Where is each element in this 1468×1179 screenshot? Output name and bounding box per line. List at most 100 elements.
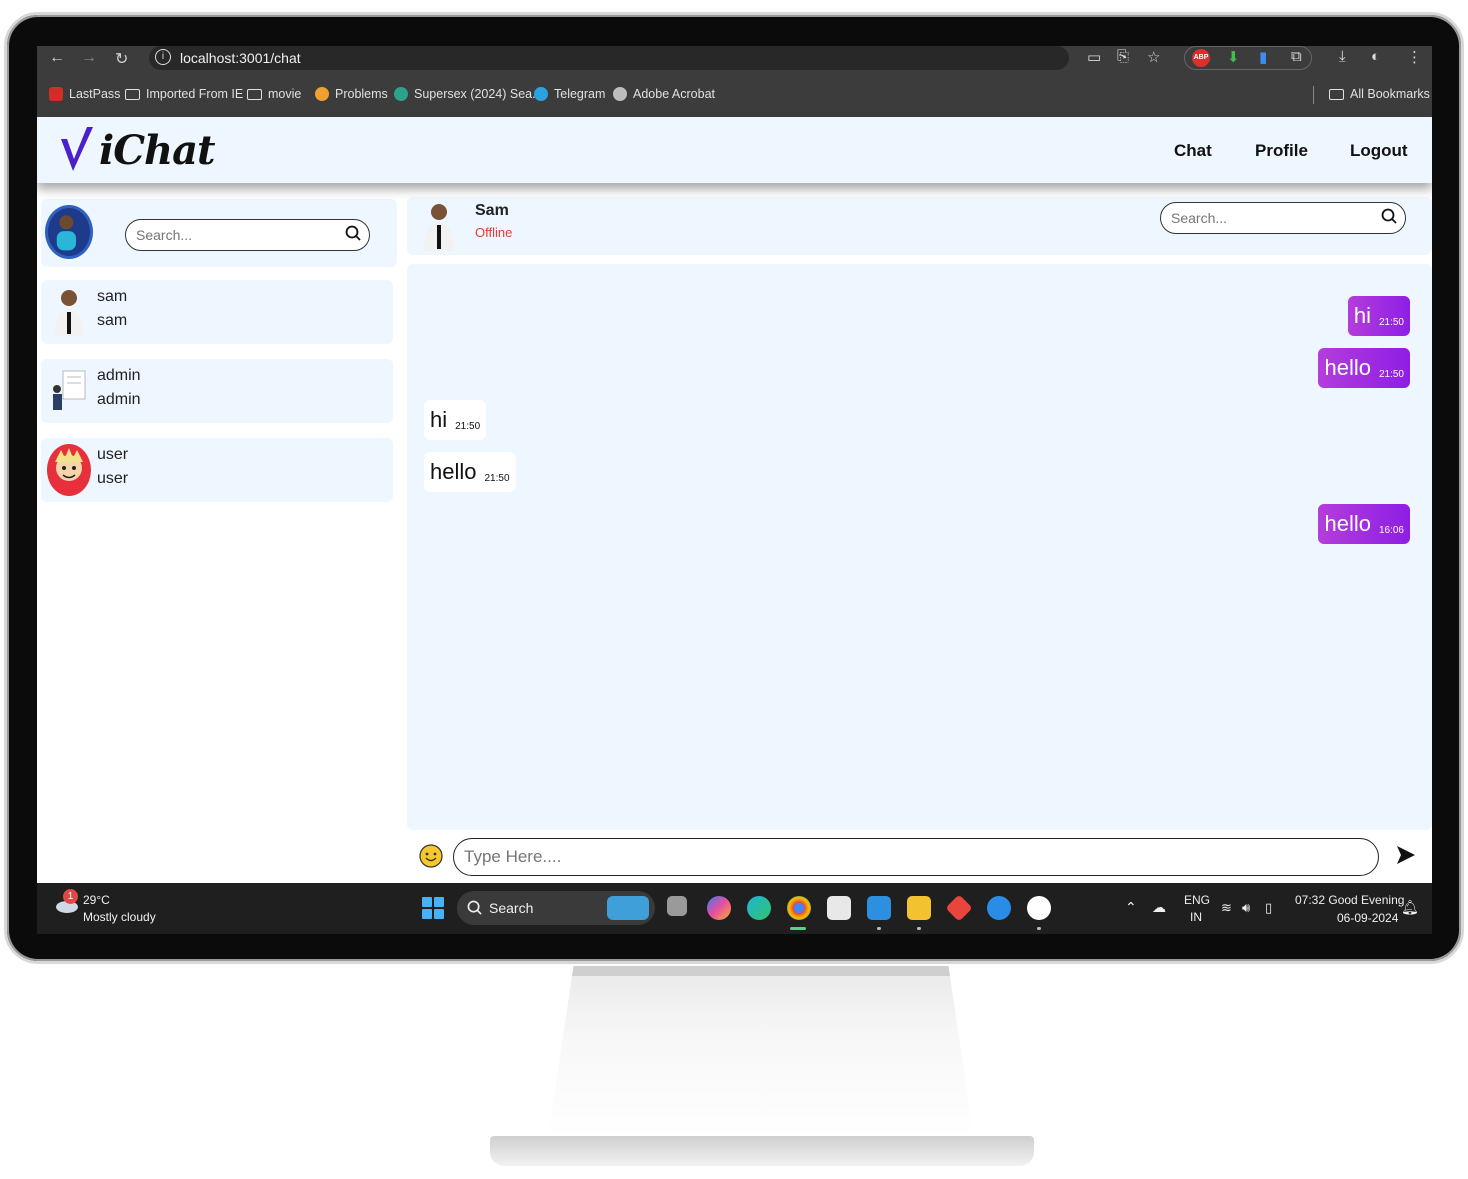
weather-condition[interactable]: Mostly cloudy xyxy=(83,910,156,924)
current-user-avatar[interactable] xyxy=(45,205,93,259)
taskbar-search-label: Search xyxy=(489,900,534,916)
message-input-box[interactable] xyxy=(453,838,1379,876)
folder-icon xyxy=(247,88,262,100)
onedrive-icon[interactable]: ☁ xyxy=(1152,899,1166,916)
url-text[interactable]: localhost:3001/chat xyxy=(180,50,301,66)
message-input[interactable] xyxy=(464,847,1296,867)
chat-header: Sam Offline xyxy=(407,197,1432,255)
contact-avatar xyxy=(49,286,89,338)
nav-profile[interactable]: Profile xyxy=(1255,141,1308,161)
message-incoming[interactable]: hello 21:50 xyxy=(424,452,516,492)
bookmark-label: LastPass xyxy=(69,87,121,101)
chat-partner-avatar[interactable] xyxy=(419,201,459,251)
emoji-icon[interactable] xyxy=(419,844,443,868)
message-time: 16:06 xyxy=(1378,524,1404,536)
clock-date[interactable]: 06-09-2024 xyxy=(1337,911,1398,925)
notification-bell-icon[interactable]: 🔔︎ xyxy=(1401,899,1419,916)
running-indicator xyxy=(877,927,881,930)
weather-temp[interactable]: 29°C xyxy=(83,893,110,907)
bookmark-lastpass[interactable]: LastPass xyxy=(49,87,120,101)
store-icon[interactable] xyxy=(827,896,851,920)
sidebar-search[interactable] xyxy=(125,219,370,251)
message-text: hi xyxy=(1353,303,1371,328)
vscode-icon[interactable] xyxy=(867,896,891,920)
browser-menu-icon[interactable]: ⋮ xyxy=(1407,48,1422,66)
contact-item-admin[interactable]: admin admin xyxy=(41,359,393,423)
task-view-icon[interactable] xyxy=(667,896,687,916)
person-icon xyxy=(55,290,83,336)
translate-icon[interactable]: ⎘ xyxy=(1117,48,1129,65)
contact-subtitle: sam xyxy=(97,312,128,329)
file-explorer-icon[interactable] xyxy=(907,896,931,920)
bookmark-imported-from-ie[interactable]: Imported From IE xyxy=(125,87,243,101)
running-indicator xyxy=(1037,927,1041,930)
install-app-icon[interactable]: ▭ xyxy=(1087,48,1101,66)
volume-icon[interactable]: 🔊︎ xyxy=(1242,900,1250,916)
back-icon[interactable]: ← xyxy=(49,49,65,67)
browser-toolbar: ← → ↻ i localhost:3001/chat ▭ ⎘ ☆ ABP ⬇ … xyxy=(37,46,1432,72)
extensions-puzzle-icon[interactable]: ⧉ xyxy=(1291,48,1302,65)
bookmark-adobe-acrobat[interactable]: Adobe Acrobat xyxy=(613,87,715,101)
contact-item-user[interactable]: user user xyxy=(41,438,393,502)
search-icon[interactable] xyxy=(345,225,361,241)
all-bookmarks[interactable]: All Bookmarks xyxy=(1329,87,1430,101)
bookmark-star-icon[interactable]: ☆ xyxy=(1147,48,1160,66)
site-icon xyxy=(394,87,408,101)
contact-item-sam[interactable]: sam sam xyxy=(41,280,393,344)
search-icon xyxy=(467,900,482,915)
sidebar-search-input[interactable] xyxy=(136,227,331,243)
message-composer xyxy=(407,834,1432,880)
help-icon[interactable] xyxy=(987,896,1011,920)
taskbar-search[interactable]: Search xyxy=(457,891,655,925)
send-icon[interactable] xyxy=(1395,844,1417,866)
message-outgoing[interactable]: hi 21:50 xyxy=(1347,296,1410,336)
nav-logout[interactable]: Logout xyxy=(1350,141,1408,161)
bookmark-movie[interactable]: movie xyxy=(247,87,301,101)
bookmark-label: Supersex (2024) Sea... xyxy=(414,87,543,101)
forward-icon[interactable]: → xyxy=(81,49,97,67)
search-icon[interactable] xyxy=(1381,208,1397,224)
adblock-icon[interactable]: ABP xyxy=(1192,49,1210,67)
profile-avatar-icon[interactable]: ◐ xyxy=(1371,48,1380,65)
chat-search-input[interactable] xyxy=(1171,210,1367,226)
logo-v-icon xyxy=(61,127,93,171)
battery-icon[interactable]: ▯ xyxy=(1265,900,1272,916)
bookmark-supersex[interactable]: Supersex (2024) Sea... xyxy=(394,87,543,101)
wifi-icon[interactable]: ≋ xyxy=(1221,900,1232,916)
bookmark-label: Adobe Acrobat xyxy=(633,87,716,101)
screen: ← → ↻ i localhost:3001/chat ▭ ⎘ ☆ ABP ⬇ … xyxy=(37,46,1432,934)
show-hidden-icons-chevron-icon[interactable]: ⌃ xyxy=(1125,899,1137,916)
weather-badge: 1 xyxy=(63,889,78,904)
message-text: hello xyxy=(1324,355,1371,380)
chat-search[interactable] xyxy=(1160,202,1406,234)
git-icon[interactable] xyxy=(945,894,973,922)
language-top[interactable]: ENG xyxy=(1184,893,1210,907)
message-incoming[interactable]: hi 21:50 xyxy=(424,400,487,440)
chat-partner-status: Offline xyxy=(475,225,513,240)
reload-icon[interactable]: ↻ xyxy=(115,49,128,69)
chrome-icon[interactable] xyxy=(787,896,811,920)
contact-subtitle: admin xyxy=(97,391,141,408)
message-text: hi xyxy=(430,407,448,432)
language-bottom[interactable]: IN xyxy=(1190,910,1202,924)
clock-time[interactable]: 07:32 Good Evening xyxy=(1295,893,1404,907)
copilot-icon[interactable] xyxy=(707,896,731,920)
app-logo[interactable]: iChat xyxy=(99,127,216,174)
mongodb-icon[interactable] xyxy=(1027,896,1051,920)
contact-avatar xyxy=(47,444,91,496)
message-outgoing[interactable]: hello 16:06 xyxy=(1318,504,1410,544)
bookmark-label: Telegram xyxy=(554,87,606,101)
downloads-icon[interactable]: ⤓ xyxy=(1339,48,1346,65)
problems-icon xyxy=(315,87,329,101)
message-outgoing[interactable]: hello 21:50 xyxy=(1318,348,1410,388)
edge-icon[interactable] xyxy=(747,896,771,920)
download-extension-icon[interactable]: ⬇ xyxy=(1227,48,1240,66)
bookmark-telegram[interactable]: Telegram xyxy=(534,87,605,101)
start-windows-icon[interactable] xyxy=(422,897,444,919)
docs-extension-icon[interactable]: ▮ xyxy=(1259,48,1267,66)
start-tile xyxy=(434,909,444,919)
bookmark-problems[interactable]: Problems xyxy=(315,87,388,101)
nav-chat[interactable]: Chat xyxy=(1174,141,1212,161)
site-info-icon[interactable]: i xyxy=(155,49,171,65)
person-icon xyxy=(56,215,76,251)
